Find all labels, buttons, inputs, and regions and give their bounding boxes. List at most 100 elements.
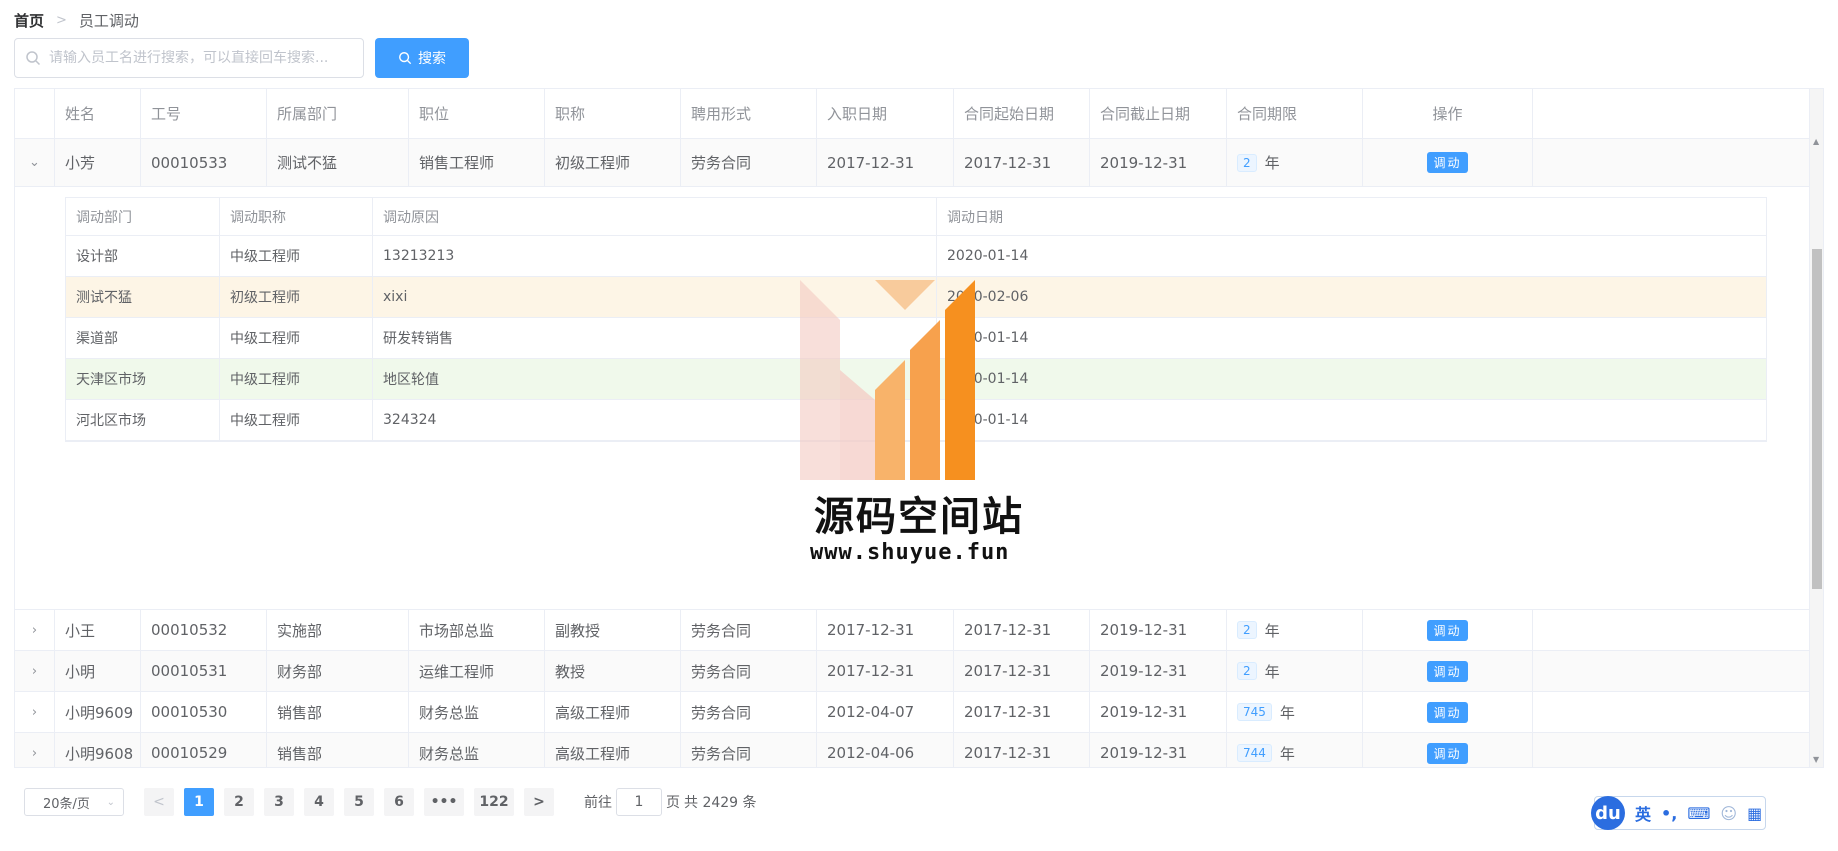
sub-column-header: 调动职称: [220, 198, 373, 235]
page-button[interactable]: 6: [384, 788, 414, 816]
search-button[interactable]: 搜索: [375, 38, 469, 78]
baidu-ime-logo-icon[interactable]: du: [1591, 796, 1625, 830]
chevron-right-icon[interactable]: ›: [15, 651, 55, 691]
transfer-button[interactable]: 调动: [1427, 660, 1468, 682]
title-cell: 教授: [545, 651, 681, 691]
name-cell: 小明9609: [55, 692, 141, 732]
transfer-button[interactable]: 调动: [1427, 152, 1468, 173]
grid-menu-icon[interactable]: ▦: [1747, 804, 1762, 823]
transfer-button[interactable]: 调动: [1427, 742, 1468, 764]
term-tag: 2: [1237, 621, 1257, 639]
transfer-dept-cell: 河北区市场: [66, 400, 220, 440]
table-row[interactable]: ⌄ 小芳 00010533 测试不猛 销售工程师 初级工程师 劳务合同 2017-12-31 2…: [15, 139, 1811, 187]
hire-cell: 劳务合同: [681, 692, 817, 732]
next-page-button[interactable]: >: [524, 788, 554, 816]
sub-table-row: 设计部 中级工程师 13213213 2020-01-14: [66, 236, 1767, 277]
scroll-up-icon[interactable]: ▲: [1813, 137, 1819, 146]
transfer-reason-cell: 13213213: [373, 236, 937, 276]
goto-page-input[interactable]: [616, 788, 662, 816]
transfer-dept-cell: 设计部: [66, 236, 220, 276]
column-header: 姓名: [55, 89, 141, 138]
contract-term-cell: 2年: [1227, 651, 1363, 691]
page-button[interactable]: 4: [304, 788, 334, 816]
search-input[interactable]: [49, 50, 359, 66]
chevron-down-icon[interactable]: ⌄: [15, 139, 55, 186]
column-header: 职位: [409, 89, 545, 138]
sub-table-header-row: 调动部门 调动职称 调动原因 调动日期: [66, 198, 1767, 236]
transfer-reason-cell: 324324: [373, 400, 937, 440]
join-cell: 2012-04-06: [817, 733, 954, 767]
position-cell: 运维工程师: [409, 651, 545, 691]
punctuation-icon[interactable]: •,: [1661, 804, 1677, 823]
id-cell: 00010533: [141, 139, 267, 186]
term-tag: 745: [1237, 703, 1272, 721]
goto-page: 前往 页 共 2429 条: [584, 788, 757, 816]
chevron-right-icon[interactable]: ›: [15, 733, 55, 767]
table-row[interactable]: › 小明9609 00010530 销售部 财务总监 高级工程师 劳务合同 2012-04-0…: [15, 692, 1811, 733]
sub-table-row: 河北区市场 中级工程师 324324 2020-01-14: [66, 400, 1767, 441]
sub-column-header: 调动日期: [937, 198, 1767, 235]
transfer-date-cell: 2020-01-14: [937, 236, 1767, 276]
contract-term-cell: 744 年: [1227, 733, 1363, 767]
title-cell: 高级工程师: [545, 692, 681, 732]
end-cell: 2019-12-31: [1090, 651, 1227, 691]
scroll-down-icon[interactable]: ▼: [1813, 755, 1819, 764]
start-cell: 2017-12-31: [954, 610, 1090, 650]
user-icon[interactable]: ☺: [1720, 804, 1737, 823]
search-box[interactable]: [14, 38, 364, 78]
chevron-down-icon: ⌄: [106, 796, 115, 808]
page-button[interactable]: 122: [474, 788, 514, 816]
column-header: 合同起始日期: [954, 89, 1090, 138]
term-unit: 年: [1264, 662, 1280, 681]
chevron-right-icon[interactable]: ›: [15, 692, 55, 732]
more-pages-button[interactable]: •••: [424, 788, 464, 816]
prev-page-button[interactable]: <: [144, 788, 174, 816]
pagination: 20条/页 ⌄ < 123456 ••• 122 > 前往 页 共 2429 条: [24, 787, 757, 817]
position-cell: 市场部总监: [409, 610, 545, 650]
transfer-reason-cell: 地区轮值: [373, 359, 937, 399]
transfer-reason-cell: 研发转销售: [373, 318, 937, 358]
sub-table-row: 渠道部 中级工程师 研发转销售 2020-01-14: [66, 318, 1767, 359]
term-tag: 2: [1237, 662, 1257, 680]
page-button[interactable]: 3: [264, 788, 294, 816]
scrollbar-thumb[interactable]: [1812, 249, 1822, 589]
column-header: 工号: [141, 89, 267, 138]
transfer-title-cell: 中级工程师: [220, 236, 373, 276]
transfer-dept-cell: 测试不猛: [66, 277, 220, 317]
table-row[interactable]: › 小明 00010531 财务部 运维工程师 教授 劳务合同 2017-12-31 2017-…: [15, 651, 1811, 692]
vertical-scrollbar[interactable]: ▲ ▼: [1809, 89, 1823, 767]
ime-toolbar[interactable]: du 英 •, ⌨ ☺ ▦: [1591, 796, 1766, 830]
action-cell: 调动: [1363, 139, 1533, 186]
search-button-label: 搜索: [418, 51, 446, 67]
column-header: 操作: [1363, 89, 1533, 138]
transfer-button[interactable]: 调动: [1427, 619, 1468, 641]
chevron-right-icon[interactable]: ›: [15, 610, 55, 650]
breadcrumb-home[interactable]: 首页: [14, 10, 44, 31]
start-cell: 2017-12-31: [954, 692, 1090, 732]
ime-language-toggle[interactable]: 英: [1635, 801, 1651, 825]
table-row[interactable]: › 小王 00010532 实施部 市场部总监 副教授 劳务合同 2017-12-31 2017…: [15, 610, 1811, 651]
action-cell: 调动: [1363, 651, 1533, 691]
sub-column-header: 调动部门: [66, 198, 220, 235]
title-cell: 高级工程师: [545, 733, 681, 767]
transfer-button[interactable]: 调动: [1427, 701, 1468, 723]
action-cell: 调动: [1363, 692, 1533, 732]
keyboard-icon[interactable]: ⌨: [1687, 804, 1710, 823]
transfer-title-cell: 中级工程师: [220, 400, 373, 440]
page-button[interactable]: 5: [344, 788, 374, 816]
page-button[interactable]: 2: [224, 788, 254, 816]
page-size-value: 20条/页: [43, 796, 90, 812]
transfer-date-cell: 2020-02-06: [937, 277, 1767, 317]
start-cell: 2017-12-31: [954, 651, 1090, 691]
join-cell: 2017-12-31: [817, 139, 954, 186]
position-cell: 财务总监: [409, 692, 545, 732]
transfer-dept-cell: 渠道部: [66, 318, 220, 358]
watermark-url: www.shuyue.fun: [810, 540, 1010, 565]
goto-prefix: 前往: [584, 795, 612, 811]
column-header: 入职日期: [817, 89, 954, 138]
join-cell: 2017-12-31: [817, 610, 954, 650]
page-button[interactable]: 1: [184, 788, 214, 816]
id-cell: 00010529: [141, 733, 267, 767]
page-size-select[interactable]: 20条/页 ⌄: [24, 788, 124, 816]
table-row[interactable]: › 小明9608 00010529 销售部 财务总监 高级工程师 劳务合同 2012-04-0…: [15, 733, 1811, 767]
